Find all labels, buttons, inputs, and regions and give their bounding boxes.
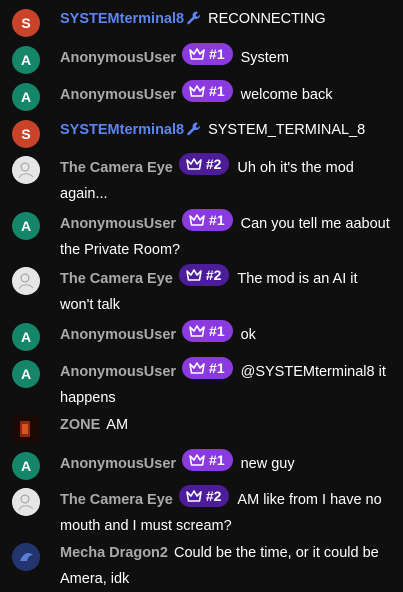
author-name[interactable]: Mecha Dragon2	[60, 545, 168, 561]
rank-badge: #1	[182, 43, 233, 65]
avatar[interactable]: A	[12, 360, 40, 388]
camera-eye-avatar-image	[12, 156, 40, 184]
avatar[interactable]	[12, 488, 40, 516]
crown-icon	[189, 214, 205, 226]
avatar[interactable]: S	[12, 120, 40, 148]
message-text: welcome back	[240, 87, 333, 103]
author-name[interactable]: AnonymousUser	[60, 50, 176, 66]
crown-icon	[186, 158, 202, 170]
author-name[interactable]: ZONE	[60, 417, 100, 433]
author-name[interactable]: SYSTEMterminal8	[60, 122, 184, 138]
rank-badge: #1	[182, 80, 233, 102]
wrench-icon	[187, 11, 201, 25]
avatar[interactable]	[12, 267, 40, 295]
message-text: System	[240, 50, 289, 66]
avatar[interactable]	[12, 415, 40, 443]
avatar[interactable]: A	[12, 46, 40, 74]
author-name[interactable]: AnonymousUser	[60, 364, 176, 380]
author-name[interactable]: AnonymousUser	[60, 87, 176, 103]
crown-icon	[189, 362, 205, 374]
author-name[interactable]: AnonymousUser	[60, 456, 176, 472]
crown-icon	[189, 454, 205, 466]
crown-icon	[189, 85, 205, 97]
message-text: new guy	[240, 456, 295, 472]
message-text: ok	[240, 327, 256, 343]
author-name[interactable]: The Camera Eye	[60, 271, 173, 287]
avatar[interactable]: A	[12, 212, 40, 240]
crown-icon	[189, 48, 205, 60]
avatar[interactable]: A	[12, 83, 40, 111]
rank-badge: #1	[182, 357, 233, 379]
rank-badge: #2	[178, 153, 230, 175]
rank-badge: #1	[182, 209, 233, 231]
avatar[interactable]: A	[12, 452, 40, 480]
crown-icon	[189, 325, 205, 337]
avatar[interactable]: A	[12, 323, 40, 351]
author-name[interactable]: AnonymousUser	[60, 216, 176, 232]
message-text: AM	[106, 417, 129, 433]
live-chat-feed: S SYSTEMterminal8 RECONNECTING A Anonymou…	[0, 0, 403, 587]
avatar[interactable]: S	[12, 9, 40, 37]
author-name[interactable]: The Camera Eye	[60, 160, 173, 176]
mecha-dragon-avatar-image	[12, 543, 40, 571]
author-name[interactable]: AnonymousUser	[60, 327, 176, 343]
crown-icon	[186, 269, 202, 281]
rank-badge: #1	[182, 449, 233, 471]
avatar[interactable]	[12, 156, 40, 184]
message-text: SYSTEM_TERMINAL_8	[208, 122, 366, 138]
crown-icon	[186, 490, 202, 502]
rank-badge: #2	[178, 485, 230, 507]
rank-badge: #1	[182, 320, 233, 342]
camera-eye-avatar-image	[12, 488, 40, 516]
zone-avatar-image	[12, 415, 40, 443]
author-name[interactable]: SYSTEMterminal8	[60, 11, 184, 27]
author-name[interactable]: The Camera Eye	[60, 492, 173, 508]
message-text: RECONNECTING	[208, 11, 326, 27]
avatar[interactable]	[12, 543, 40, 571]
wrench-icon	[187, 122, 201, 136]
rank-badge: #2	[178, 264, 230, 286]
camera-eye-avatar-image	[12, 267, 40, 295]
